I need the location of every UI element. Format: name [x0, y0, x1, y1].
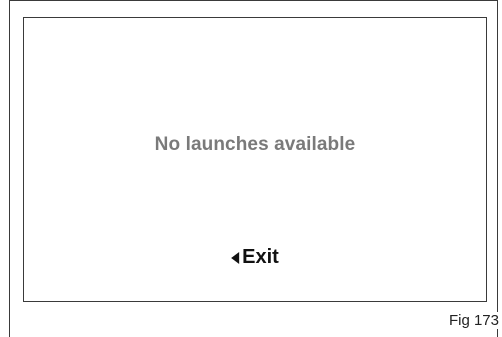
- left-triangle-icon: [231, 251, 240, 264]
- display-screen: No launches available Exit: [23, 17, 487, 302]
- figure-caption: Fig 173: [444, 312, 499, 329]
- no-launches-message: No launches available: [154, 134, 356, 155]
- exit-label: Exit: [242, 246, 279, 268]
- exit-button[interactable]: Exit: [231, 246, 279, 269]
